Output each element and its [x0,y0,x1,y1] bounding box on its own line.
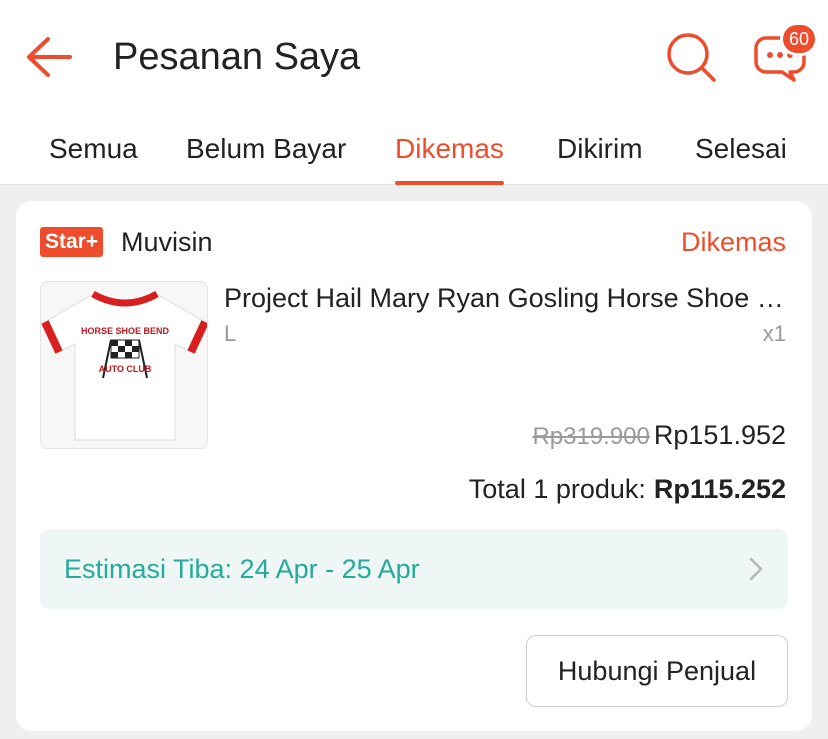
order-status: Dikemas [680,227,786,257]
original-price: Rp319.900 [532,423,650,450]
back-button[interactable] [24,34,74,80]
arrow-left-icon [27,37,72,77]
tab-selesai[interactable]: Selesai [695,115,787,185]
product-variant: L [224,321,237,346]
shirt-print-top: HORSE SHOE BEND [81,326,170,336]
estimate-text: Estimasi Tiba: 24 Apr - 25 Apr [64,554,420,584]
tab-dikirim[interactable]: Dikirim [557,115,643,185]
product-quantity: x1 [762,321,786,346]
total-amount: Rp115.252 [653,474,786,504]
delivery-estimate[interactable]: Estimasi Tiba: 24 Apr - 25 Apr [40,529,788,609]
page-title: Pesanan Saya [113,36,361,78]
product-image[interactable]: HORSE SHOE BEND AUTO CLUB [40,281,208,449]
search-button[interactable] [664,30,718,84]
order-card[interactable]: Star+ Muvisin Dikemas HORSE SHOE BEND AU… [16,201,812,731]
chevron-right-icon [749,557,763,581]
app-header: Pesanan Saya 60 [0,0,828,115]
price-row: Rp319.900 Rp151.952 [532,415,786,460]
order-total: Total 1 produk: Rp115.252 [469,469,786,509]
order-tabs: Semua Belum Bayar Dikemas Dikirim Selesa… [0,115,828,185]
shirt-print-bottom: AUTO CLUB [99,364,152,374]
discounted-price: Rp151.952 [653,420,786,450]
tab-semua[interactable]: Semua [49,115,138,185]
product-name[interactable]: Project Hail Mary Ryan Gosling Horse Sho… [224,279,788,317]
tshirt-image: HORSE SHOE BEND AUTO CLUB [41,282,207,448]
shop-name[interactable]: Muvisin [121,223,213,261]
chat-badge: 60 [780,22,819,56]
star-plus-badge: Star+ [40,227,104,257]
tab-belum-bayar[interactable]: Belum Bayar [186,115,346,185]
search-icon [667,33,716,82]
total-label: Total 1 produk: [468,474,646,504]
tab-dikemas[interactable]: Dikemas [395,115,504,185]
contact-seller-button[interactable]: Hubungi Penjual [526,635,788,707]
